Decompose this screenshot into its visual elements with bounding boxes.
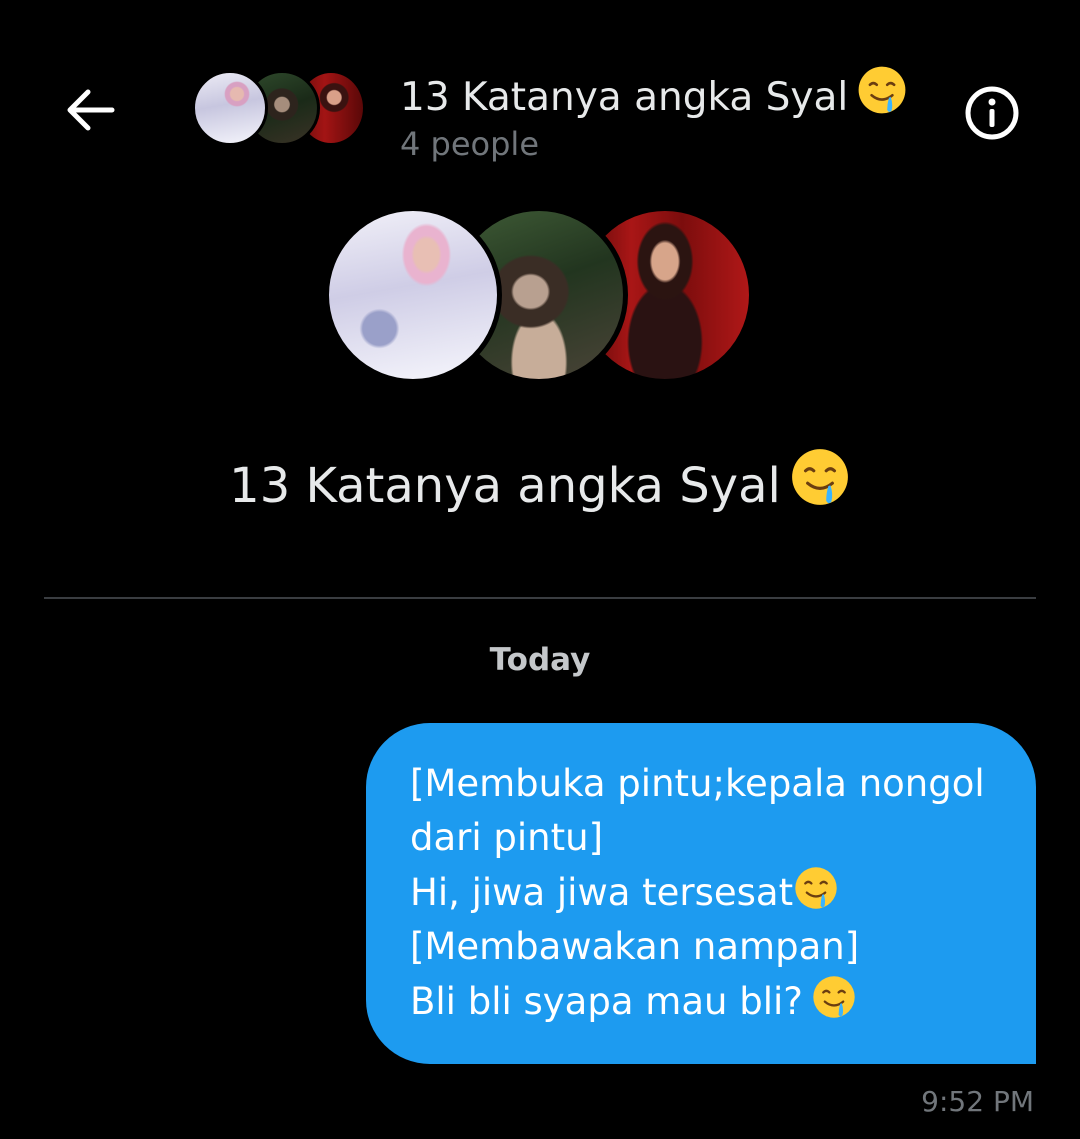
conversation-header: 13 Katanya angka Syal 4 people <box>0 0 1080 190</box>
message-bubble[interactable]: [Membuka pintu;kepala nongol dari pintu]… <box>366 723 1036 1064</box>
arrow-left-icon <box>67 89 115 131</box>
message-line: dari pintu] <box>410 816 604 859</box>
message-line: [Membawakan nampan] <box>410 925 860 968</box>
header-title-text: 13 Katanya angka Syal <box>400 75 849 120</box>
drooling-face-emoji <box>858 66 906 114</box>
header-avatar-stack[interactable] <box>192 70 372 150</box>
info-circle-icon <box>965 86 1019 140</box>
message-line: [Membuka pintu;kepala nongol <box>410 762 985 805</box>
drooling-face-emoji <box>795 867 837 909</box>
header-title: 13 Katanya angka Syal <box>400 64 908 124</box>
section-divider <box>44 597 1036 599</box>
message-line-text: Hi, jiwa jiwa tersesat <box>410 871 794 914</box>
group-title: 13 Katanya angka Syal <box>0 446 1080 518</box>
group-title-text: 13 Katanya angka Syal <box>229 458 781 514</box>
info-button[interactable] <box>962 83 1022 143</box>
drooling-face-emoji <box>813 976 855 1018</box>
message-timestamp: 9:52 PM <box>921 1085 1034 1118</box>
date-separator: Today <box>489 642 591 678</box>
header-member-count: 4 people <box>400 125 539 163</box>
message-line-with-emoji: Bli bli syapa mau bli? <box>410 974 1006 1029</box>
message-line-with-emoji: Hi, jiwa jiwa tersesat <box>410 865 1006 920</box>
drooling-face-emoji <box>791 449 848 505</box>
member-avatar-1 <box>324 206 502 384</box>
group-avatar-stack[interactable] <box>324 206 764 386</box>
message-line-text: Bli bli syapa mau bli? <box>410 980 803 1023</box>
back-button[interactable] <box>60 84 120 136</box>
member-avatar-1 <box>192 70 268 146</box>
